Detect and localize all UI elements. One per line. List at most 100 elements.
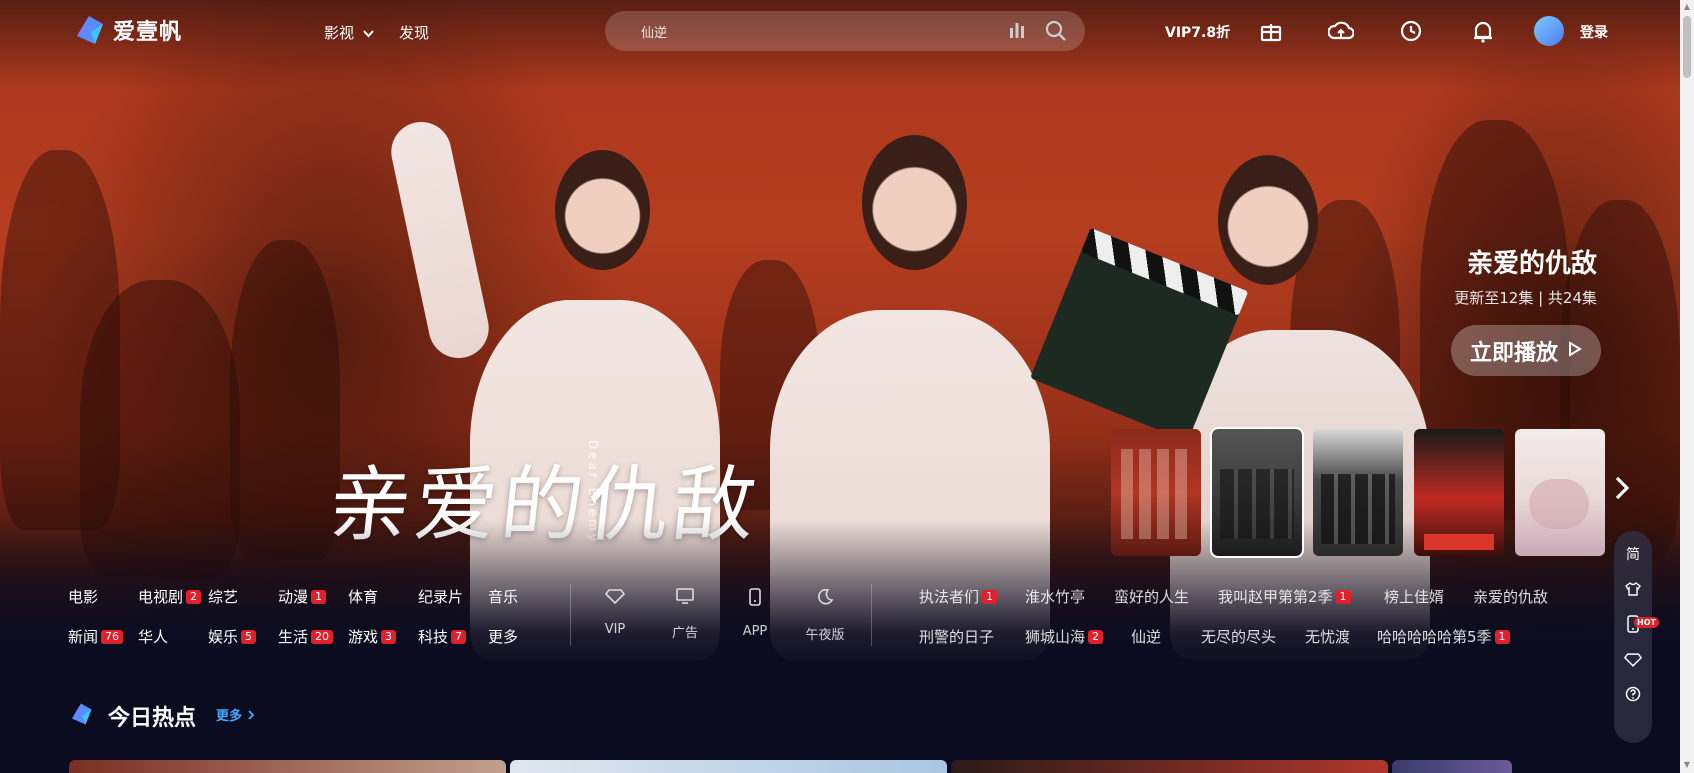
category-item[interactable]: 生活 20 xyxy=(278,626,334,647)
diamond-icon[interactable] xyxy=(1614,642,1652,676)
section-title: 今日热点 xyxy=(108,706,197,731)
search-bar[interactable]: 仙逆 xyxy=(605,11,1085,51)
search-input[interactable]: 仙逆 xyxy=(641,22,667,41)
login-link[interactable]: 登录 xyxy=(1580,22,1608,42)
hot-search-item[interactable]: 榜上佳婿 xyxy=(1384,586,1444,607)
hot-search-item[interactable]: 无尽的尽头 xyxy=(1201,626,1276,647)
chevron-right-icon xyxy=(247,709,255,724)
monitor-icon xyxy=(675,588,695,608)
quick-link-ads[interactable]: 广告 xyxy=(655,588,715,641)
count-badge: 1 xyxy=(311,590,327,604)
scroll-up-arrow[interactable]: ▲ xyxy=(1683,3,1691,11)
count-badge: 3 xyxy=(381,630,397,644)
category-item[interactable]: 娱乐 5 xyxy=(208,626,257,647)
chevron-right-icon[interactable] xyxy=(1613,475,1631,505)
category-item[interactable]: 音乐 xyxy=(488,586,518,607)
actress-center-head xyxy=(862,135,967,270)
help-icon[interactable] xyxy=(1614,677,1652,711)
play-now-button[interactable]: 立即播放 xyxy=(1451,325,1601,376)
scroll-down-arrow[interactable]: ▼ xyxy=(1683,761,1691,769)
diamond-icon xyxy=(604,589,626,608)
category-item[interactable]: 科技 7 xyxy=(418,626,467,647)
count-badge: 1 xyxy=(1335,590,1351,604)
category-item[interactable]: 体育 xyxy=(348,586,378,607)
category-item[interactable]: 更多 xyxy=(488,626,518,647)
divider xyxy=(871,584,872,646)
search-icon[interactable] xyxy=(1045,20,1067,46)
voice-bars-icon[interactable] xyxy=(1008,20,1026,44)
content-card[interactable] xyxy=(1392,760,1512,773)
quick-link-midnight[interactable]: 午夜版 xyxy=(795,588,855,643)
hot-search-item[interactable]: 刑警的日子 xyxy=(919,626,994,647)
category-item[interactable]: 纪录片 xyxy=(418,586,463,607)
count-badge: 20 xyxy=(311,630,334,644)
history-icon[interactable] xyxy=(1398,18,1424,44)
actress-left-head xyxy=(555,150,650,270)
top-navigation: 爱壹帆 影视 发现 仙逆 VIP7.8折 登录 xyxy=(0,0,1680,62)
category-item[interactable]: 新闻 76 xyxy=(68,626,124,647)
category-item[interactable]: 电视剧 2 xyxy=(138,586,202,607)
hot-search-item[interactable]: 狮城山海 2 xyxy=(1025,626,1104,647)
play-button-label: 立即播放 xyxy=(1469,340,1558,366)
chevron-down-icon xyxy=(363,24,374,42)
page-scrollbar[interactable]: ▲ ▼ xyxy=(1680,0,1694,773)
scrollbar-thumb[interactable] xyxy=(1683,16,1691,78)
count-badge: 2 xyxy=(186,590,202,604)
category-item[interactable]: 游戏 3 xyxy=(348,626,397,647)
hot-search-item[interactable]: 蛮好的人生 xyxy=(1114,586,1189,607)
thumbnail-item[interactable] xyxy=(1210,427,1304,558)
quick-link-app[interactable]: APP xyxy=(725,588,785,639)
hot-badge: HOT xyxy=(1634,617,1659,628)
hot-search-item[interactable]: 哈哈哈哈哈第5季 1 xyxy=(1377,626,1510,647)
thumbnail-item[interactable] xyxy=(1414,429,1504,556)
category-item[interactable]: 综艺 xyxy=(208,586,238,607)
vip-discount-link[interactable]: VIP7.8折 xyxy=(1165,22,1230,42)
category-item[interactable]: 动漫 1 xyxy=(278,586,327,607)
nav-item-faxian[interactable]: 发现 xyxy=(399,22,429,43)
thumbnail-item[interactable] xyxy=(1515,429,1605,556)
gift-icon[interactable] xyxy=(1258,18,1284,44)
simplified-chinese-toggle[interactable]: 简 xyxy=(1614,537,1652,571)
bell-icon[interactable] xyxy=(1470,18,1496,44)
more-link[interactable]: 更多 xyxy=(216,705,255,724)
featured-thumbnails xyxy=(1111,427,1605,558)
crowd-silhouette xyxy=(230,240,340,560)
hot-search-item[interactable]: 淮水竹亭 xyxy=(1025,586,1085,607)
avatar[interactable] xyxy=(1534,16,1564,46)
count-badge: 5 xyxy=(241,630,257,644)
content-card[interactable] xyxy=(510,760,947,773)
count-badge: 2 xyxy=(1088,630,1104,644)
section-logo-icon xyxy=(69,702,93,730)
quick-link-label: 广告 xyxy=(671,626,698,641)
content-card[interactable] xyxy=(951,760,1388,773)
upload-cloud-icon[interactable] xyxy=(1328,18,1354,44)
hot-search-item[interactable]: 执法者们 1 xyxy=(919,586,998,607)
count-badge: 1 xyxy=(1494,630,1510,644)
hot-search-item[interactable]: 我叫赵甲第第2季 1 xyxy=(1218,586,1351,607)
phone-icon xyxy=(748,588,762,610)
play-icon xyxy=(1568,338,1582,363)
category-item[interactable]: 电影 xyxy=(68,586,98,607)
floating-toolbar: 简 HOT xyxy=(1614,531,1659,743)
quick-link-label: 午夜版 xyxy=(805,628,845,643)
quick-link-vip[interactable]: VIP xyxy=(585,588,645,637)
thumbnail-item[interactable] xyxy=(1313,429,1403,556)
page: 亲爱的仇敌 Dear Enemy 爱壹帆 影视 发现 仙逆 VIP7.8折 登录… xyxy=(0,0,1694,773)
hot-content-cards xyxy=(69,760,1512,773)
featured-show-title: 亲爱的仇敌 xyxy=(1466,249,1597,279)
quick-link-label: VIP xyxy=(604,622,626,637)
shirt-icon[interactable] xyxy=(1614,572,1652,606)
nav-item-yingshi[interactable]: 影视 xyxy=(324,22,374,43)
quick-link-label: APP xyxy=(742,624,768,639)
logo-icon xyxy=(73,14,105,46)
thumbnail-item[interactable] xyxy=(1111,429,1201,556)
hot-search-item[interactable]: 无忧渡 xyxy=(1305,626,1350,647)
content-card[interactable] xyxy=(69,760,506,773)
category-item[interactable]: 华人 xyxy=(138,626,168,647)
logo[interactable]: 爱壹帆 xyxy=(73,14,182,46)
actress-left-arm xyxy=(385,116,495,364)
count-badge: 76 xyxy=(101,630,124,644)
hot-search-item[interactable]: 仙逆 xyxy=(1131,626,1161,647)
brand-name: 爱壹帆 xyxy=(113,20,183,45)
hot-search-item[interactable]: 亲爱的仇敌 xyxy=(1473,586,1548,607)
